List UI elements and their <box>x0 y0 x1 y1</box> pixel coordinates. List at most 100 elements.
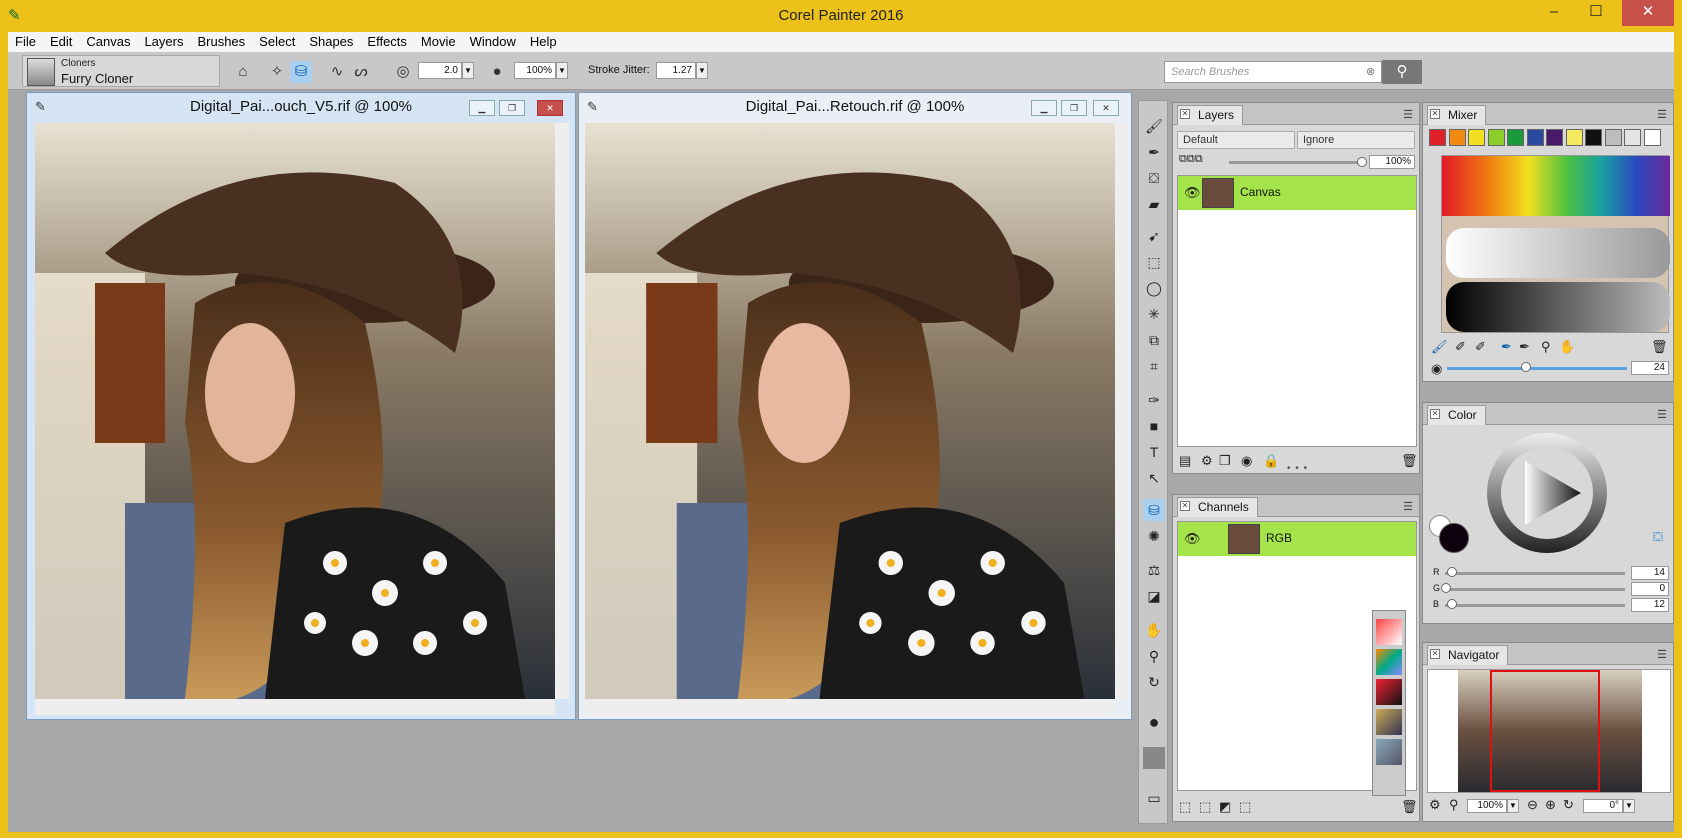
mixer-size-field[interactable]: 24 <box>1631 361 1669 375</box>
maximize-icon[interactable]: ☐ <box>1576 0 1616 26</box>
new-layer-icon[interactable]: ❐ <box>1219 453 1231 469</box>
layer-row[interactable]: 👁 Canvas <box>1178 176 1416 210</box>
canvas-image-2[interactable] <box>585 123 1115 699</box>
nozzle-swatch[interactable] <box>1376 739 1402 765</box>
clear-search-icon[interactable]: ⊗ <box>1366 65 1375 78</box>
cloner-icon[interactable]: ⛁ <box>1143 499 1165 521</box>
mixer-color-swatch[interactable] <box>1448 129 1466 146</box>
rectangle-shape-icon[interactable]: ■ <box>1143 415 1165 437</box>
composite-method-select[interactable]: Default <box>1177 131 1295 149</box>
green-slider[interactable] <box>1445 588 1625 591</box>
grabber-hand-icon[interactable]: ✋ <box>1143 619 1165 641</box>
pattern-swatch[interactable] <box>1376 679 1402 705</box>
layer-opacity-knob[interactable] <box>1357 157 1367 167</box>
weave-swatch[interactable] <box>1376 709 1402 735</box>
menu-file[interactable]: File <box>8 32 43 52</box>
layer-opacity-slider[interactable] <box>1229 161 1361 164</box>
mixer-color-swatch[interactable] <box>1546 129 1563 146</box>
search-icon[interactable]: ⚲ <box>1382 60 1422 84</box>
panel-menu-icon[interactable]: ☰ <box>1657 408 1667 421</box>
mixer-color-swatch[interactable] <box>1429 129 1446 146</box>
paper-selector-icon[interactable] <box>1143 747 1165 769</box>
color-dropper-icon[interactable]: ⛋ <box>1653 529 1663 545</box>
opacity-field[interactable]: 100% <box>514 62 556 79</box>
panel-menu-icon[interactable]: ☰ <box>1403 108 1413 121</box>
mixer-color-swatch[interactable] <box>1643 129 1661 146</box>
menu-shapes[interactable]: Shapes <box>302 32 360 52</box>
blue-field[interactable]: 12 <box>1631 598 1669 612</box>
stroke-path-alt-icon[interactable]: ᔕ <box>350 61 372 83</box>
navigator-settings-icon[interactable]: ⚙ <box>1429 797 1441 813</box>
mixer-brush-icon[interactable]: 🖌 <box>1431 339 1448 355</box>
save-selection-icon[interactable]: ⬚ <box>1199 799 1211 815</box>
layer-mask-icon[interactable]: ◉ <box>1241 453 1252 469</box>
menu-movie[interactable]: Movie <box>414 32 463 52</box>
perspective-guides-icon[interactable]: ◪ <box>1143 585 1165 607</box>
mixer-color-swatch[interactable] <box>1604 129 1622 146</box>
mirror-painting-icon[interactable]: ⚖ <box>1143 559 1165 581</box>
panel-menu-icon[interactable]: ☰ <box>1403 500 1413 513</box>
mixer-pad[interactable] <box>1441 155 1670 333</box>
doc-close-icon[interactable]: ✕ <box>1093 100 1119 116</box>
menu-layers[interactable]: Layers <box>137 32 190 52</box>
rect-select-icon[interactable]: ⬚ <box>1143 251 1165 273</box>
blue-slider[interactable] <box>1445 604 1625 607</box>
rubber-stamp-icon[interactable]: ✺ <box>1143 525 1165 547</box>
panel-close-icon[interactable]: ✕ <box>1430 109 1440 119</box>
layer-opacity-field[interactable]: 100% <box>1369 155 1415 169</box>
navigator-viewport[interactable] <box>1490 670 1600 792</box>
invert-channel-icon[interactable]: ◩ <box>1219 799 1231 815</box>
mixer-zoom-icon[interactable]: ⚲ <box>1541 339 1551 355</box>
panel-grip[interactable]: • • • <box>1287 463 1308 474</box>
mixer-pan-icon[interactable]: ✋ <box>1559 339 1575 355</box>
brush-tool-icon[interactable]: 🖌 <box>1143 115 1165 137</box>
green-field[interactable]: 0 <box>1631 582 1669 596</box>
shape-selection-icon[interactable]: ↖ <box>1143 467 1165 489</box>
blue-knob[interactable] <box>1447 599 1457 609</box>
menu-select[interactable]: Select <box>252 32 302 52</box>
rotation-dropdown[interactable]: ▼ <box>1623 799 1635 813</box>
red-knob[interactable] <box>1447 567 1457 577</box>
channel-row[interactable]: 👁 RGB <box>1178 522 1416 556</box>
panel-close-icon[interactable]: ✕ <box>1430 409 1440 419</box>
dropper-tool-icon[interactable]: ✒ <box>1143 141 1165 163</box>
delete-channel-icon[interactable]: 🗑 <box>1401 799 1418 815</box>
dynamic-plugins-icon[interactable]: ⚙ <box>1201 453 1213 469</box>
stroke-path-icon[interactable]: ∿ <box>326 61 348 83</box>
navigator-preview[interactable] <box>1427 669 1671 793</box>
mixer-color-swatch[interactable] <box>1624 129 1641 146</box>
panel-close-icon[interactable]: ✕ <box>1180 109 1190 119</box>
cloner-tool-icon[interactable]: ⛁ <box>290 61 312 83</box>
channel-options-icon[interactable]: ⬚ <box>1239 799 1251 815</box>
doc-restore-icon[interactable]: ❐ <box>499 100 525 116</box>
zoom-out-icon[interactable]: ⊖ <box>1527 797 1538 813</box>
zoom-in-icon[interactable]: ⊕ <box>1545 797 1556 813</box>
doc-minimize-icon[interactable]: ▁ <box>469 100 495 116</box>
minimize-icon[interactable]: – <box>1534 0 1574 26</box>
navigator-zoom-dropdown[interactable]: ▼ <box>1507 799 1519 813</box>
eraser-tool-icon[interactable]: ▰ <box>1143 193 1165 215</box>
lock-layer-icon[interactable]: 🔒 <box>1263 453 1279 469</box>
lock-alpha-icon[interactable]: ⧉⧉⧉ <box>1179 153 1203 166</box>
mixer-color-swatch[interactable] <box>1526 129 1544 146</box>
mixer-color-swatch[interactable] <box>1468 129 1485 146</box>
menu-effects[interactable]: Effects <box>360 32 414 52</box>
navigator-zoom-field[interactable]: 100% <box>1467 799 1507 813</box>
mixer-dropper-icon[interactable]: ✒ <box>1501 339 1512 355</box>
mixer-color-swatch[interactable] <box>1585 129 1602 146</box>
menu-brushes[interactable]: Brushes <box>190 32 252 52</box>
panel-menu-icon[interactable]: ☰ <box>1657 108 1667 121</box>
mixer-multi-color-icon[interactable]: ✐ <box>1475 339 1486 355</box>
brush-selector[interactable]: Cloners Furry Cloner <box>22 55 220 87</box>
media-selector-icon[interactable]: ▭ <box>1143 787 1165 809</box>
menu-window[interactable]: Window <box>463 32 523 52</box>
search-brushes-input[interactable]: Search Brushes <box>1164 61 1382 83</box>
menu-edit[interactable]: Edit <box>43 32 79 52</box>
red-slider[interactable] <box>1445 572 1625 575</box>
clone-source-icon[interactable]: ✧ <box>266 61 288 83</box>
mixer-color-swatch[interactable] <box>1487 129 1505 146</box>
magnifier-icon[interactable]: ⚲ <box>1143 645 1165 667</box>
horizontal-scrollbar-2[interactable] <box>585 699 1115 715</box>
panel-close-icon[interactable]: ✕ <box>1430 649 1440 659</box>
paint-bucket-icon[interactable]: ⛋ <box>1143 167 1165 189</box>
